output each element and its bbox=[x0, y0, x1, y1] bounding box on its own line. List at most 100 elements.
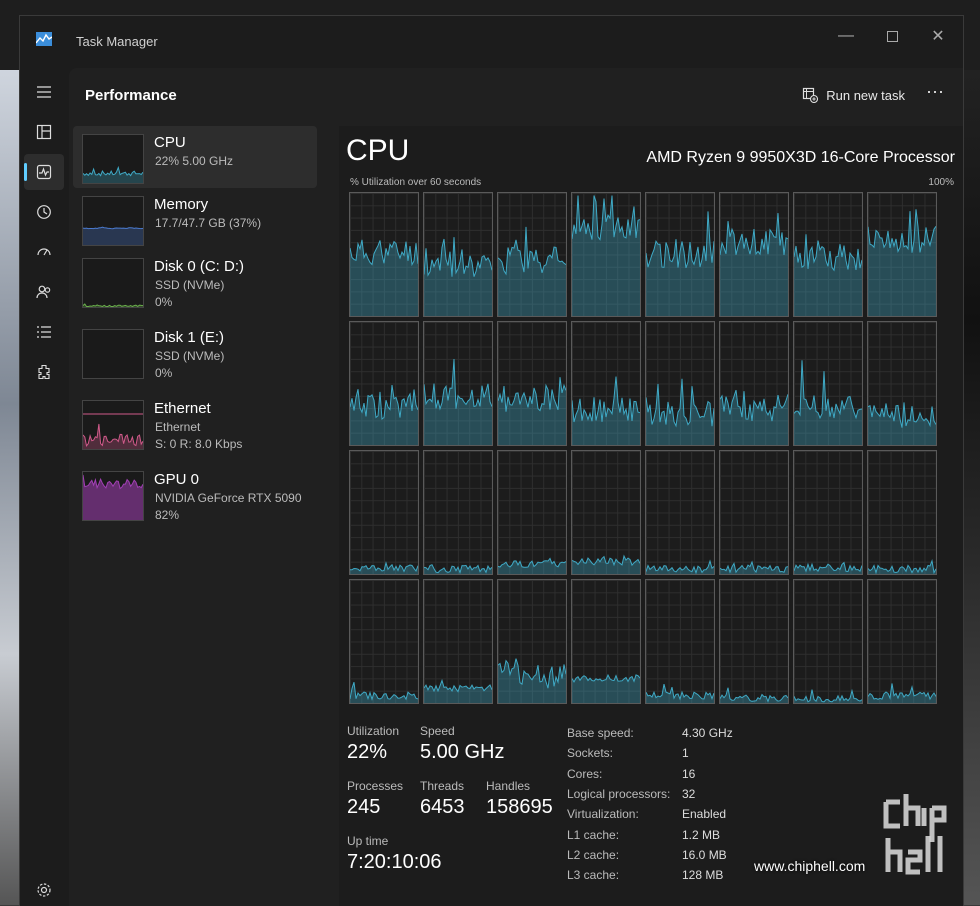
memory-thumbnail bbox=[82, 196, 144, 246]
resource-name: CPU bbox=[154, 134, 186, 151]
cpu-model-name: AMD Ryzen 9 9950X3D 16-Core Processor bbox=[646, 149, 955, 166]
uptime-value: 7:20:10:06 bbox=[347, 851, 442, 873]
nav-app-history[interactable] bbox=[24, 194, 64, 230]
cpu-heading: CPU bbox=[346, 134, 410, 167]
logical-processor-graph bbox=[793, 579, 863, 704]
startup-apps-icon bbox=[37, 248, 51, 256]
resource-detail: NVIDIA GeForce RTX 5090 bbox=[155, 491, 302, 505]
cpu-detail-panel: CPU AMD Ryzen 9 9950X3D 16-Core Processo… bbox=[339, 126, 963, 906]
more-options-button[interactable]: ⋯ bbox=[923, 82, 947, 106]
run-new-task-label: Run new task bbox=[826, 87, 905, 103]
spec-label: Cores: bbox=[567, 766, 603, 781]
page-title: Performance bbox=[85, 87, 177, 104]
services-icon bbox=[38, 364, 50, 380]
logical-processor-graph bbox=[719, 192, 789, 317]
logical-processor-graph bbox=[349, 579, 419, 704]
resource-item-gpu0[interactable]: GPU 0 NVIDIA GeForce RTX 5090 82% bbox=[73, 463, 317, 533]
resource-value: 82% bbox=[155, 508, 180, 522]
logical-processor-graph bbox=[349, 450, 419, 575]
run-new-task-button[interactable]: Run new task bbox=[802, 84, 905, 106]
spec-value: 16 bbox=[682, 766, 696, 781]
page-header: Performance Run new task ⋯ bbox=[69, 68, 963, 122]
chiphell-logo bbox=[882, 790, 962, 886]
logical-processor-graph bbox=[867, 579, 937, 704]
minimize-button[interactable]: — bbox=[823, 22, 869, 50]
graph-max-label: 100% bbox=[928, 177, 954, 188]
task-manager-app-icon bbox=[36, 32, 52, 46]
logical-processor-graph bbox=[571, 579, 641, 704]
spec-value: 4.30 GHz bbox=[682, 726, 733, 740]
maximize-icon bbox=[886, 30, 898, 42]
speed-value: 5.00 GHz bbox=[420, 741, 505, 763]
processes-value: 245 bbox=[347, 796, 381, 818]
hamburger-menu-button[interactable] bbox=[24, 74, 64, 110]
logical-processor-graph bbox=[423, 321, 493, 446]
logical-processor-graph bbox=[645, 579, 715, 704]
main-panel: Performance Run new task ⋯ CPU 22% 5.00 … bbox=[69, 68, 963, 906]
nav-processes[interactable] bbox=[24, 114, 64, 150]
resource-item-ethernet[interactable]: Ethernet Ethernet S: 0 R: 8.0 Kbps bbox=[73, 392, 317, 462]
maximize-button[interactable] bbox=[869, 22, 915, 50]
spec-value: Enabled bbox=[682, 807, 727, 822]
resource-name: Ethernet bbox=[154, 400, 211, 417]
resource-detail: Ethernet bbox=[155, 420, 201, 434]
hamburger-icon bbox=[37, 86, 51, 98]
nav-users[interactable] bbox=[24, 274, 64, 310]
logical-processor-graph bbox=[719, 579, 789, 704]
logical-processor-graph bbox=[645, 321, 715, 446]
logical-processor-graph bbox=[793, 192, 863, 317]
logical-processor-graph bbox=[497, 321, 567, 446]
app-history-icon bbox=[37, 205, 51, 219]
minimize-icon: — bbox=[838, 27, 854, 44]
logical-processor-graph bbox=[719, 450, 789, 575]
settings-button[interactable] bbox=[32, 878, 56, 902]
spec-label: L1 cache: bbox=[567, 827, 620, 842]
logical-processor-graph bbox=[497, 579, 567, 704]
resource-item-disk0[interactable]: Disk 0 (C: D:) SSD (NVMe) 0% bbox=[73, 250, 317, 320]
gpu0-thumbnail bbox=[82, 471, 144, 521]
logical-processor-graph bbox=[349, 192, 419, 317]
handles-label: Handles bbox=[486, 779, 531, 793]
logical-processor-graph bbox=[349, 321, 419, 446]
logical-processor-graph bbox=[423, 192, 493, 317]
speed-label: Speed bbox=[420, 724, 455, 738]
nav-details[interactable] bbox=[24, 314, 64, 350]
more-icon: ⋯ bbox=[926, 82, 944, 102]
nav-services[interactable] bbox=[24, 354, 64, 390]
nav-startup-apps[interactable] bbox=[24, 234, 64, 270]
ethernet-thumbnail bbox=[82, 400, 144, 450]
close-button[interactable]: ✕ bbox=[915, 22, 961, 50]
users-icon bbox=[36, 285, 51, 299]
logical-processor-graph bbox=[645, 450, 715, 575]
resource-detail: 17.7/47.7 GB (37%) bbox=[155, 216, 262, 230]
watermark-url: www.chiphell.com bbox=[754, 858, 866, 874]
cpu-thumbnail bbox=[82, 134, 144, 184]
spec-value: 32 bbox=[682, 786, 696, 801]
spec-value: 128 MB bbox=[682, 868, 724, 883]
resource-name: Disk 0 (C: D:) bbox=[154, 258, 244, 275]
performance-icon bbox=[36, 164, 52, 180]
spec-label: L2 cache: bbox=[567, 847, 620, 862]
uptime-label: Up time bbox=[347, 834, 389, 848]
logical-processor-graphs bbox=[349, 192, 937, 704]
background-right bbox=[962, 70, 980, 905]
resource-item-cpu[interactable]: CPU 22% 5.00 GHz bbox=[73, 126, 317, 188]
resource-item-memory[interactable]: Memory 17.7/47.7 GB (37%) bbox=[73, 188, 317, 250]
utilization-value: 22% bbox=[347, 741, 388, 763]
spec-label: Virtualization: bbox=[567, 807, 639, 822]
logical-processor-graph bbox=[867, 192, 937, 317]
logical-processor-graph bbox=[423, 450, 493, 575]
selected-indicator bbox=[24, 163, 27, 181]
resource-detail: SSD (NVMe) bbox=[155, 278, 225, 292]
disk0-thumbnail bbox=[82, 258, 144, 308]
resource-item-disk1[interactable]: Disk 1 (E:) SSD (NVMe) 0% bbox=[73, 321, 317, 391]
processes-icon bbox=[36, 124, 52, 140]
title-bar[interactable]: Task Manager — ✕ bbox=[20, 16, 963, 68]
spec-label: L3 cache: bbox=[567, 868, 620, 883]
resource-detail: SSD (NVMe) bbox=[155, 349, 225, 363]
nav-performance[interactable] bbox=[24, 154, 64, 190]
window-title: Task Manager bbox=[76, 34, 158, 49]
utilization-label: Utilization bbox=[347, 724, 400, 738]
logical-processor-graph bbox=[793, 321, 863, 446]
logical-processor-graph bbox=[497, 192, 567, 317]
